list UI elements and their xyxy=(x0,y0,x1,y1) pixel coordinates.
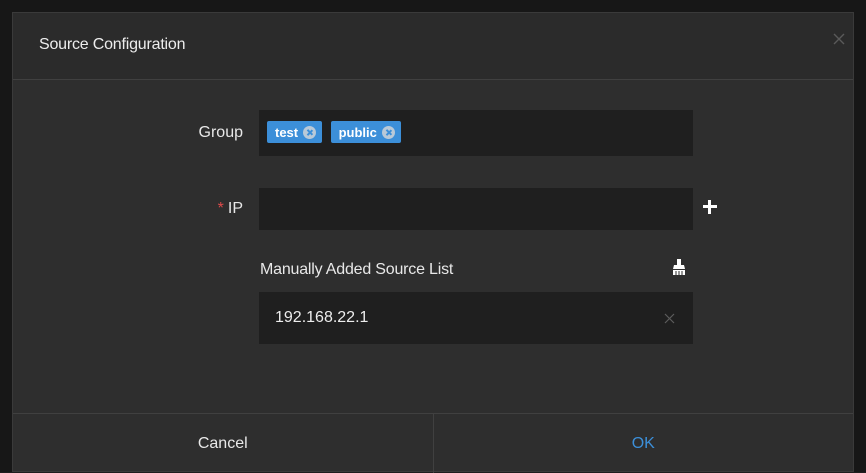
cancel-button[interactable]: Cancel xyxy=(13,414,434,473)
close-icon[interactable] xyxy=(831,31,847,47)
group-tag: test xyxy=(267,121,323,143)
required-mark: * xyxy=(217,200,224,217)
group-label: Group xyxy=(198,124,243,141)
dialog-title: Source Configuration xyxy=(39,36,186,53)
group-select[interactable]: test public xyxy=(259,110,693,156)
ip-label-text: IP xyxy=(227,200,243,217)
group-tag-label: public xyxy=(338,124,377,140)
ip-input[interactable] xyxy=(259,188,693,230)
tag-remove-icon[interactable] xyxy=(381,125,395,139)
dialog-footer: Cancel OK xyxy=(13,413,853,473)
list-item: 192.168.22.1 xyxy=(259,292,693,344)
source-ip-text: 192.168.22.1 xyxy=(275,309,369,326)
ip-label: * IP xyxy=(163,200,243,218)
source-list: 192.168.22.1 xyxy=(259,292,693,344)
plus-icon[interactable] xyxy=(703,200,717,214)
source-list-title: Manually Added Source List xyxy=(260,261,454,278)
source-configuration-dialog: Source Configuration Group test public *… xyxy=(12,12,854,473)
ok-button[interactable]: OK xyxy=(434,414,854,473)
tag-remove-icon[interactable] xyxy=(303,125,317,139)
group-tag: public xyxy=(330,121,401,143)
broom-icon[interactable] xyxy=(672,259,686,275)
group-tag-label: test xyxy=(275,124,299,140)
remove-icon[interactable] xyxy=(664,313,675,324)
dialog-header: Source Configuration xyxy=(13,13,853,80)
